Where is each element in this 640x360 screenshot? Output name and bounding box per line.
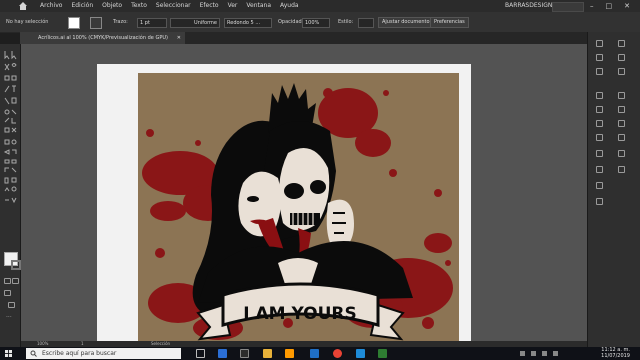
pathfinder-panel-icon[interactable]	[618, 54, 625, 61]
file-explorer-icon[interactable]	[263, 349, 272, 358]
taskbar-search-input[interactable]: Escribe aquí para buscar	[26, 348, 181, 359]
links-panel-icon[interactable]	[618, 120, 625, 127]
document-tab-title: Acrílicos.ai al 100% (CMYK/Previsualizac…	[38, 35, 168, 41]
more-tools-icon[interactable]: ···	[6, 314, 12, 321]
help-search-input[interactable]	[552, 2, 584, 12]
stroke-weight-select[interactable]: 1 pt	[137, 18, 167, 28]
color-mode-icon[interactable]	[4, 278, 11, 284]
canvas-area[interactable]: I AM YOURS	[21, 44, 587, 341]
menu-texto[interactable]: Texto	[131, 0, 147, 12]
system-tray	[520, 351, 580, 356]
menu-ayuda[interactable]: Ayuda	[280, 0, 299, 12]
menu-ver[interactable]: Ver	[228, 0, 238, 12]
adjust-document-button[interactable]: Ajustar documento	[378, 17, 434, 28]
appearance-panel-icon[interactable]	[596, 198, 603, 205]
store-icon[interactable]	[240, 349, 249, 358]
tool-icons	[3, 51, 17, 204]
close-tab-icon[interactable]: ✕	[177, 32, 181, 44]
style-select[interactable]	[358, 18, 374, 28]
taskbar-clock[interactable]: 11:12 a. m. 11/07/2019	[586, 347, 630, 359]
screen-mode-icon[interactable]	[8, 302, 15, 308]
opacity-label: Opacidad:	[278, 19, 304, 25]
control-bar: No hay selección Trazo: 1 pt Uniforme Re…	[0, 12, 640, 33]
close-window-button[interactable]: ✕	[624, 0, 630, 12]
menu-archivo[interactable]: Archivo	[40, 0, 62, 12]
maximize-button[interactable]: □	[606, 0, 613, 12]
transparency-panel-icon[interactable]	[596, 182, 603, 189]
properties-panel-icon[interactable]	[596, 40, 603, 47]
clock-date: 11/07/2019	[601, 353, 630, 359]
character-panel-icon[interactable]	[618, 92, 625, 99]
taskbar-search-placeholder: Escribe aquí para buscar	[42, 350, 117, 357]
draw-mode-icon[interactable]	[4, 290, 11, 296]
outlook-icon[interactable]	[310, 349, 319, 358]
stroke-swatch[interactable]	[90, 17, 102, 29]
network-icon[interactable]	[531, 351, 536, 356]
windows-taskbar: Escribe aquí para buscar 11:12 a. m. 11/…	[0, 347, 640, 360]
menu-ventana[interactable]: Ventana	[246, 0, 271, 12]
task-view-icon[interactable]	[196, 349, 205, 358]
tray-up-icon[interactable]	[520, 351, 525, 356]
libraries-panel-icon[interactable]	[596, 68, 603, 75]
style-label: Estilo:	[338, 19, 354, 25]
symbols-panel-icon[interactable]	[596, 134, 603, 141]
stroke-profile-select[interactable]: Uniforme	[170, 18, 220, 28]
stroke-color-box[interactable]	[11, 260, 21, 270]
align-panel-icon[interactable]	[618, 40, 625, 47]
brushes-panel-icon[interactable]	[596, 120, 603, 127]
battery-icon[interactable]	[553, 351, 558, 356]
artwork[interactable]: I AM YOURS	[138, 73, 459, 341]
tools-panel: ···	[0, 44, 21, 347]
selection-status: No hay selección	[6, 19, 49, 25]
graphic-styles-panel-icon[interactable]	[618, 150, 625, 157]
illustrator-taskbar-icon[interactable]	[285, 349, 294, 358]
windows-start-icon[interactable]	[5, 350, 12, 357]
stroke-panel-icon[interactable]	[596, 150, 603, 157]
photoshop-icon[interactable]	[356, 349, 365, 358]
brush-select[interactable]: Redondo 5 ...	[224, 18, 272, 28]
right-panel-dock	[587, 32, 640, 347]
opacity-input[interactable]: 100%	[302, 18, 330, 28]
document-tab[interactable]: Acrílicos.ai al 100% (CMYK/Previsualizac…	[20, 32, 185, 44]
banner: I AM YOURS	[196, 282, 405, 341]
swatches-panel-icon[interactable]	[596, 106, 603, 113]
stroke-label: Trazo:	[113, 19, 128, 25]
artboards-panel-icon[interactable]	[618, 134, 625, 141]
menu-objeto[interactable]: Objeto	[102, 0, 122, 12]
transform-panel-icon[interactable]	[618, 68, 625, 75]
figures	[192, 83, 413, 316]
volume-icon[interactable]	[542, 351, 547, 356]
edge-browser-icon[interactable]	[218, 349, 227, 358]
app-icon[interactable]	[378, 349, 387, 358]
asset-export-panel-icon[interactable]	[618, 166, 625, 173]
menu-efecto[interactable]: Efecto	[200, 0, 219, 12]
color-panel-icon[interactable]	[596, 92, 603, 99]
gradient-mode-icon[interactable]	[12, 278, 19, 284]
workspace-switcher[interactable]: BARRASDESIGNS	[505, 0, 556, 12]
chrome-icon[interactable]	[333, 349, 342, 358]
layers-panel-icon[interactable]	[596, 54, 603, 61]
banner-text: I AM YOURS	[243, 304, 357, 324]
artwork-illustration: I AM YOURS	[142, 83, 453, 341]
fill-swatch[interactable]	[68, 17, 80, 29]
minimize-button[interactable]: –	[590, 0, 594, 12]
home-icon[interactable]	[18, 1, 28, 11]
menu-seleccionar[interactable]: Seleccionar	[156, 0, 191, 12]
main-menu: Archivo Edición Objeto Texto Seleccionar…	[40, 0, 299, 12]
menu-edicion[interactable]: Edición	[71, 0, 93, 12]
gradient-panel-icon[interactable]	[596, 166, 603, 173]
window-controls: – □ ✕	[590, 0, 630, 12]
search-icon	[30, 350, 37, 357]
preferences-button[interactable]: Preferencias	[430, 17, 469, 28]
menu-bar: Archivo Edición Objeto Texto Seleccionar…	[0, 0, 640, 12]
paragraph-panel-icon[interactable]	[618, 106, 625, 113]
